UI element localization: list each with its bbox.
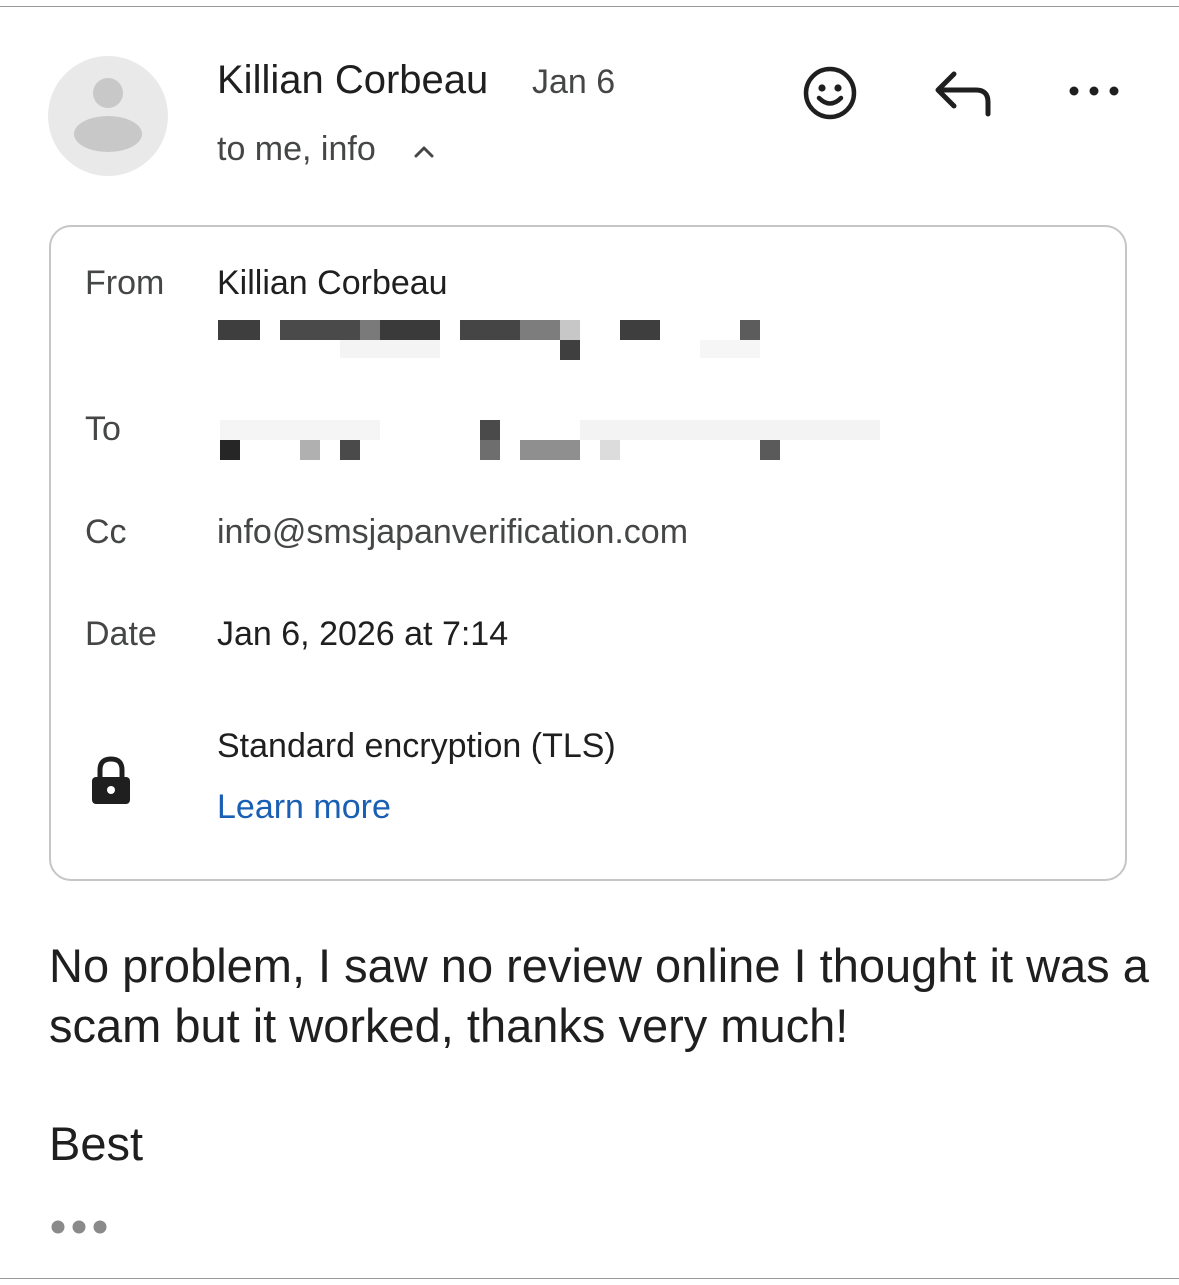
encryption-text: Standard encryption (TLS) — [217, 727, 616, 765]
reply-arrow-icon — [935, 71, 991, 117]
to-label: To — [85, 410, 121, 448]
sender-name[interactable]: Killian Corbeau — [217, 58, 488, 103]
cc-value[interactable]: info@smsjapanverification.com — [217, 513, 688, 552]
date-label: Date — [85, 615, 157, 653]
message-date: Jan 6 — [532, 63, 616, 101]
message-signoff: Best — [49, 1117, 144, 1170]
cc-label: Cc — [85, 513, 127, 551]
date-value: Jan 6, 2026 at 7:14 — [217, 615, 509, 653]
chevron-up-icon[interactable] — [410, 138, 438, 166]
redacted-to-address — [218, 418, 883, 463]
lock-icon — [92, 756, 130, 804]
bottom-divider — [0, 1278, 1179, 1279]
reply-button[interactable] — [932, 66, 996, 122]
recipients-summary[interactable]: to me, info — [217, 130, 376, 169]
show-trimmed-content-button[interactable] — [48, 1212, 110, 1242]
from-label: From — [85, 264, 165, 302]
add-reaction-button[interactable] — [800, 63, 860, 123]
emoji-smile-icon — [803, 66, 857, 120]
redacted-from-address — [218, 318, 763, 363]
more-options-button[interactable] — [1066, 76, 1122, 106]
top-divider — [0, 6, 1179, 7]
message-body: No problem, I saw no review online I tho… — [49, 939, 1149, 1052]
ellipsis-icon — [51, 1220, 107, 1234]
more-horizontal-icon — [1069, 86, 1119, 96]
from-name[interactable]: Killian Corbeau — [217, 264, 448, 303]
learn-more-link[interactable]: Learn more — [217, 788, 391, 827]
sender-avatar-icon[interactable] — [48, 56, 168, 176]
